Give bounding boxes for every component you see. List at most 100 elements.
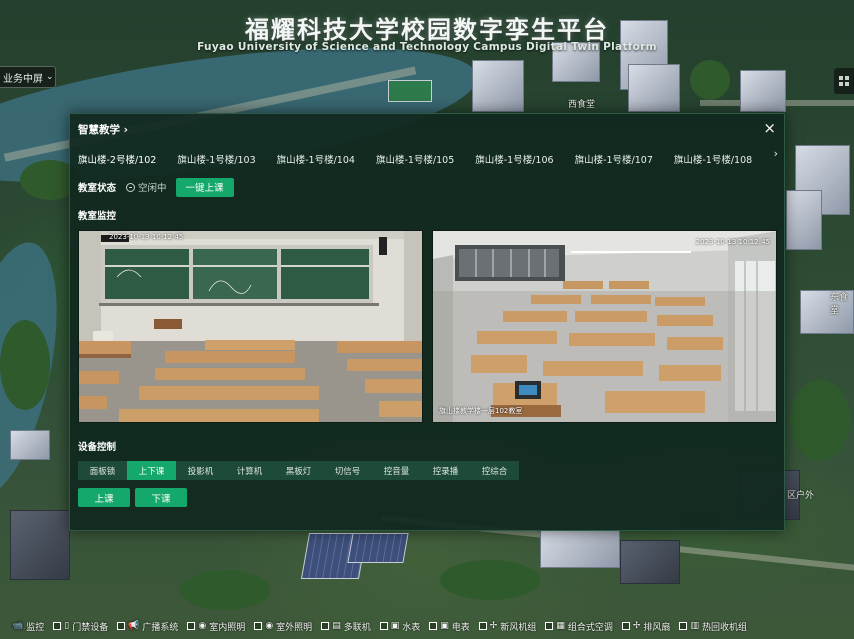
scene-dropdown[interactable]: 业务中屏 ⌄ [0, 66, 56, 88]
camera-view-rear[interactable]: 2023-10-13 10:12:45 旗山楼教学楼一层102教室 [432, 230, 777, 423]
checkbox[interactable] [379, 622, 388, 630]
tab-computer[interactable]: 计算机 [225, 461, 274, 480]
legend-item-door[interactable]: ▯ 门禁设备 [53, 620, 108, 633]
camera-timestamp: 2023-10-13 10:12:45 [695, 238, 770, 246]
tab-classroom[interactable]: 旗山楼-2号楼/102 [78, 152, 156, 168]
fan-icon: ✢ [489, 621, 498, 631]
legend-item-broadcast[interactable]: 📢 广播系统 [117, 620, 178, 633]
legend-label: 室内照明 [209, 622, 246, 633]
tab-volume[interactable]: 控音量 [372, 461, 421, 480]
legend-label: 水表 [402, 622, 421, 633]
trees [180, 570, 270, 610]
device-section-title: 设备控制 [78, 442, 117, 453]
layer-legend: 📹 监控 ▯ 门禁设备 📢 广播系统 ◉ 室内照明 ◉ 室外照明 ▤ 多联机 ▣ 水表 ▣ 电表… [0, 613, 854, 639]
legend-item-power-meter[interactable]: ▣ 电表 [429, 620, 470, 633]
legend-label: 热回收机组 [701, 622, 747, 633]
trees [790, 380, 850, 460]
class-end-button[interactable]: 下课 [135, 488, 187, 507]
solar-panels [347, 533, 409, 563]
recovery-icon: ▥ [690, 621, 699, 631]
tab-class-control[interactable]: 上下课 [127, 461, 176, 480]
checkbox[interactable] [478, 622, 487, 630]
building[interactable] [472, 60, 524, 112]
legend-label: 排风扇 [643, 622, 671, 633]
breadcrumb-label[interactable]: 智慧教学 [78, 124, 120, 136]
legend-item-camera[interactable]: 📹 监控 [12, 620, 44, 633]
building[interactable] [10, 510, 70, 580]
legend-item-fresh-air[interactable]: ✢ 新风机组 [478, 620, 536, 633]
building[interactable] [786, 190, 822, 250]
checkbox[interactable] [321, 622, 330, 630]
camera-timestamp: 2023-10-13 10:12:45 [109, 233, 184, 241]
tab-classroom[interactable]: 旗山楼-1号楼/104 [277, 152, 355, 168]
tabs-next-icon[interactable]: › [774, 147, 778, 160]
tab-classroom[interactable]: 旗山楼-1号楼/108 [674, 152, 752, 168]
tab-integrated[interactable]: 控综合 [470, 461, 519, 480]
checkbox[interactable] [545, 622, 554, 630]
page-title: 福耀科技大学校园数字孪生平台 [245, 16, 609, 44]
legend-label: 组合式空调 [567, 622, 613, 633]
trees [690, 60, 730, 100]
tab-switch-signal[interactable]: 切信号 [323, 461, 372, 480]
legend-label: 监控 [26, 622, 45, 633]
scene-dropdown-label: 业务中屏 [3, 73, 43, 85]
tab-blackboard-light[interactable]: 黑板灯 [274, 461, 323, 480]
smart-teaching-panel: 智慧教学 › × 旗山楼-2号楼/102 旗山楼-1号楼/103 旗山楼-1号楼/1… [69, 113, 785, 531]
checkbox[interactable] [187, 622, 196, 630]
classroom-front-image [79, 231, 422, 422]
tab-classroom[interactable]: 旗山楼-1号楼/103 [177, 152, 255, 168]
server-icon: ▤ [332, 621, 341, 631]
tab-recording[interactable]: 控录播 [421, 461, 470, 480]
speaker-icon: 📢 [128, 621, 140, 631]
sports-court [388, 80, 432, 102]
legend-item-vrf[interactable]: ▤ 多联机 [321, 620, 371, 633]
checkbox[interactable] [117, 622, 126, 630]
layer-menu-button[interactable] [834, 68, 854, 94]
camera-caption: 旗山楼教学楼一层102教室 [439, 407, 523, 415]
building[interactable] [620, 540, 680, 584]
checkbox[interactable] [621, 622, 630, 630]
breadcrumb: 智慧教学 › [78, 122, 128, 137]
map-label-east-canteen: 东食堂 [830, 293, 849, 316]
tab-projector[interactable]: 投影机 [176, 461, 225, 480]
checkbox[interactable] [429, 622, 438, 630]
grid-icon [839, 76, 849, 86]
legend-item-exhaust-fan[interactable]: ✢ 排风扇 [621, 620, 671, 633]
building[interactable] [10, 430, 50, 460]
checkbox[interactable] [53, 622, 62, 630]
classroom-status-row: 教室状态 空闲中 一键上课 [78, 177, 234, 197]
tab-classroom[interactable]: 旗山楼-1号楼/105 [376, 152, 454, 168]
idle-icon [126, 182, 136, 192]
tab-panel-lock[interactable]: 面板锁 [78, 461, 127, 480]
close-icon[interactable]: × [763, 119, 776, 137]
checkbox[interactable] [679, 622, 688, 630]
trees [0, 320, 50, 410]
one-key-class-button[interactable]: 一键上课 [175, 177, 234, 197]
camera-icon: 📹 [12, 621, 24, 631]
legend-item-heat-recovery[interactable]: ▥ 热回收机组 [679, 620, 747, 633]
meter-icon: ▣ [390, 621, 400, 631]
class-start-button[interactable]: 上课 [78, 488, 130, 507]
legend-item-indoor-light[interactable]: ◉ 室内照明 [187, 620, 245, 633]
chevron-right-icon: › [123, 124, 128, 136]
map-label-outdoor: 区户外 [787, 491, 815, 501]
classroom-tabs: 旗山楼-2号楼/102 旗山楼-1号楼/103 旗山楼-1号楼/104 旗山楼-1号楼… [78, 148, 778, 168]
checkbox[interactable] [254, 622, 263, 630]
trees [440, 560, 540, 600]
page-subtitle: Fuyao University of Science and Technolo… [197, 41, 657, 53]
building[interactable] [628, 64, 680, 112]
legend-label: 电表 [451, 622, 470, 633]
legend-item-outdoor-light[interactable]: ◉ 室外照明 [254, 620, 312, 633]
map-label-west-canteen: 西食堂 [568, 100, 596, 110]
camera-view-front[interactable]: 2023-10-13 10:12:45 [78, 230, 423, 423]
fan-icon: ✢ [632, 621, 641, 631]
tab-classroom[interactable]: 旗山楼-1号楼/106 [475, 152, 553, 168]
status-label: 教室状态 [78, 183, 117, 194]
building[interactable] [740, 70, 786, 112]
pin-icon: ◉ [265, 621, 274, 631]
legend-item-water-meter[interactable]: ▣ 水表 [379, 620, 421, 633]
building[interactable] [540, 530, 620, 568]
legend-item-ac[interactable]: ▦ 组合式空调 [545, 620, 613, 633]
tab-classroom[interactable]: 旗山楼-1号楼/107 [575, 152, 653, 168]
door-icon: ▯ [64, 621, 70, 631]
